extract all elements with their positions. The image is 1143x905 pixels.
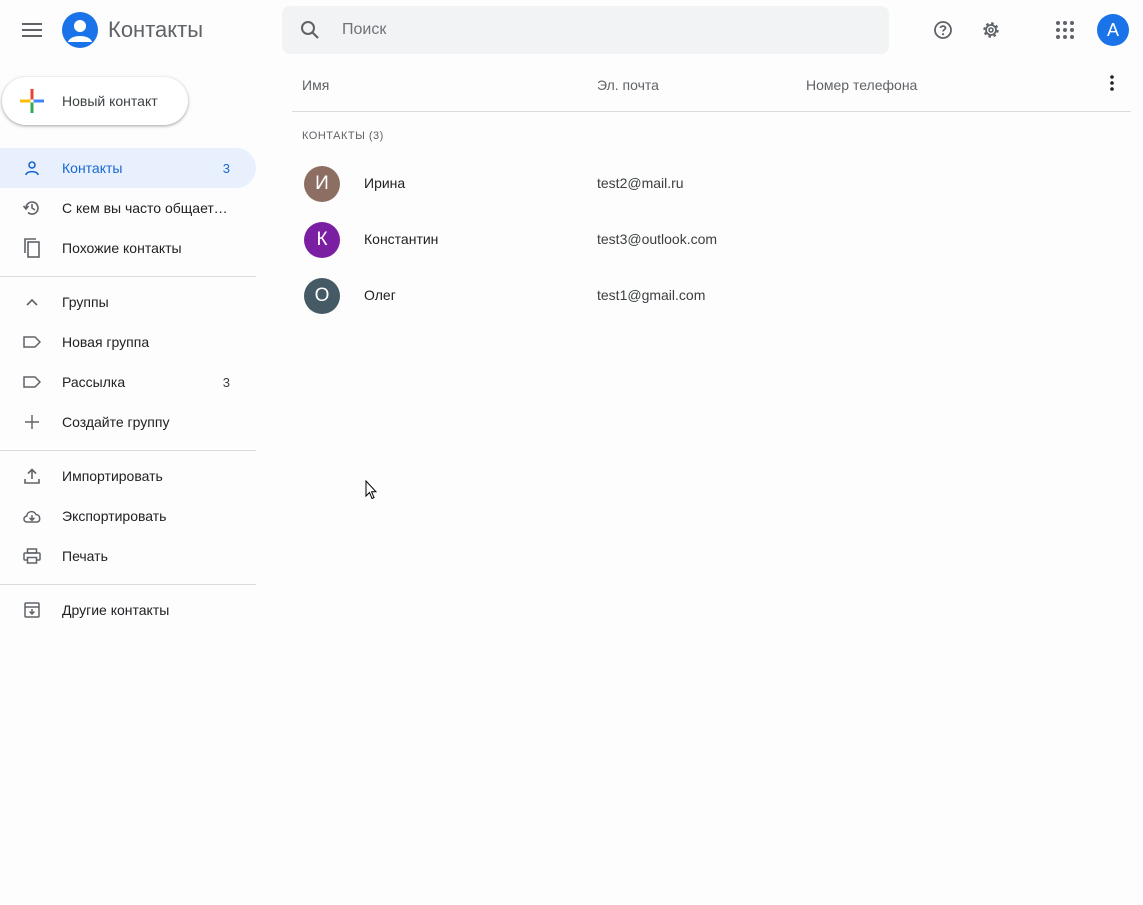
contact-email: test2@mail.ru (597, 175, 684, 191)
groups-header-label: Группы (62, 294, 109, 310)
sidebar-item-import[interactable]: Импортировать (0, 456, 256, 496)
gear-icon[interactable] (973, 12, 1009, 48)
sidebar-item-label: Другие контакты (62, 602, 170, 618)
sidebar-item-similar[interactable]: Похожие контакты (0, 228, 256, 268)
top-bar: Контакты A (0, 0, 1143, 60)
help-circle-icon[interactable] (925, 12, 961, 48)
column-header-email[interactable]: Эл. почта (597, 70, 659, 100)
sidebar-item-label: Контакты (62, 160, 123, 176)
sidebar-item-new-group[interactable]: Новая группа (0, 322, 256, 362)
contacts-logo-icon[interactable] (62, 12, 98, 48)
upload-icon (20, 464, 44, 488)
sidebar-item-contacts[interactable]: Контакты 3 (0, 148, 256, 188)
sidebar-divider (0, 276, 256, 277)
archive-icon (20, 598, 44, 622)
create-group-label: Создайте группу (62, 414, 170, 430)
search-bar[interactable] (282, 6, 889, 54)
sidebar-item-label: Рассылка (62, 374, 126, 390)
contact-name: Константин (364, 231, 439, 247)
contact-avatar[interactable]: К (304, 222, 340, 258)
new-contact-label: Новый контакт (62, 93, 158, 109)
contact-avatar[interactable]: О (304, 278, 340, 314)
contact-name: Ирина (364, 175, 406, 191)
sidebar-item-other-contacts[interactable]: Другие контакты (0, 590, 256, 630)
contacts-count: 3 (222, 160, 230, 176)
contact-row[interactable]: О Олег test1@gmail.com (292, 268, 1131, 324)
person-icon (20, 156, 44, 180)
sidebar-item-label: Новая группа (62, 334, 150, 350)
label-icon (20, 370, 44, 394)
sidebar-item-label: Похожие контакты (62, 240, 182, 256)
sidebar-divider (0, 584, 256, 585)
label-icon (20, 330, 44, 354)
search-icon[interactable] (282, 6, 338, 54)
sidebar-item-mailing[interactable]: Рассылка 3 (0, 362, 256, 402)
contact-row[interactable]: К Константин test3@outlook.com (292, 212, 1131, 268)
groups-header[interactable]: Группы (0, 282, 256, 322)
colorful-plus-icon (20, 89, 44, 113)
contact-email: test1@gmail.com (597, 287, 706, 303)
plus-icon (20, 410, 44, 434)
printer-icon (20, 544, 44, 568)
column-header-name[interactable]: Имя (302, 70, 329, 100)
contact-email: test3@outlook.com (597, 231, 718, 247)
sidebar-item-label: Импортировать (62, 468, 163, 484)
sidebar-item-label: С кем вы часто общаетесь (62, 200, 230, 216)
more-vertical-icon[interactable] (1100, 71, 1124, 95)
hamburger-menu-icon[interactable] (14, 12, 50, 48)
apps-grid-icon[interactable] (1047, 12, 1083, 48)
sidebar-item-label: Экспортировать (62, 508, 167, 524)
sidebar-item-print[interactable]: Печать (0, 536, 256, 576)
create-group-button[interactable]: Создайте группу (0, 402, 256, 442)
contacts-section-label: КОНТАКТЫ (3) (302, 130, 384, 142)
mailing-count: 3 (222, 374, 230, 390)
table-header-divider (292, 111, 1131, 112)
column-header-phone[interactable]: Номер телефона (806, 70, 917, 100)
sidebar-item-label: Печать (62, 548, 108, 564)
cloud-download-icon (20, 504, 44, 528)
sidebar-item-frequent[interactable]: С кем вы часто общаетесь (0, 188, 256, 228)
sidebar-item-export[interactable]: Экспортировать (0, 496, 256, 536)
mouse-cursor-icon (365, 479, 378, 505)
contact-row[interactable]: И Ирина test2@mail.ru (292, 156, 1131, 212)
copy-icon (20, 236, 44, 260)
app-title[interactable]: Контакты (108, 16, 203, 44)
contact-name: Олег (364, 287, 396, 303)
sidebar-divider (0, 450, 256, 451)
account-avatar[interactable]: A (1097, 14, 1129, 46)
chevron-up-icon (20, 290, 44, 314)
contact-avatar[interactable]: И (304, 166, 340, 202)
search-input[interactable] (338, 21, 889, 39)
history-icon (20, 196, 44, 220)
new-contact-button[interactable]: Новый контакт (2, 77, 188, 125)
